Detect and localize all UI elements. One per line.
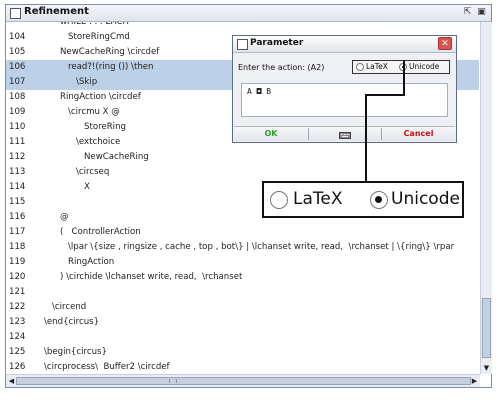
line-code: \end{circus} — [44, 317, 100, 327]
line-number: 108 — [9, 92, 26, 102]
line-code: RingAction \circdef — [60, 92, 141, 102]
line-number: 115 — [9, 197, 26, 207]
scroll-grip — [169, 379, 177, 383]
line-number: 111 — [9, 137, 26, 147]
scroll-arrow-right-icon[interactable]: ▶ — [469, 375, 480, 387]
line-code: \circend — [52, 302, 87, 312]
line-code: \circmu X @ — [68, 107, 120, 117]
code-line[interactable]: 120 ) \circhide \lchanset write, read, \r… — [6, 270, 479, 285]
line-code: X — [84, 182, 90, 192]
action-input[interactable]: A ◘ B — [241, 83, 448, 117]
cancel-button[interactable]: Cancel — [382, 127, 455, 141]
vertical-scroll-thumb[interactable] — [482, 298, 491, 358]
code-line[interactable]: 121 — [6, 285, 479, 300]
line-number: 112 — [9, 152, 26, 162]
scroll-arrow-down-icon[interactable]: ▼ — [481, 363, 492, 374]
line-code: RingAction — [68, 257, 115, 267]
parameter-dialog: Parameter ✕ Enter the action: (A2) LaTeX… — [232, 35, 457, 143]
callout-line — [365, 94, 405, 96]
line-number: 109 — [9, 107, 26, 117]
line-number: 114 — [9, 182, 26, 192]
line-code: ( ControllerAction — [60, 227, 141, 237]
dialog-titlebar[interactable]: Parameter ✕ — [233, 36, 456, 53]
action-prompt: Enter the action: (A2) — [238, 63, 325, 72]
code-line[interactable]: 118 \lpar \{size , ringsize , cache , top… — [6, 240, 479, 255]
line-number: 125 — [9, 347, 26, 357]
latex-radio[interactable] — [356, 63, 364, 71]
dialog-button-bar: OK Cancel — [234, 126, 455, 141]
code-line[interactable]: 124 — [6, 330, 479, 345]
zoom-latex-label: LaTeX — [293, 189, 343, 209]
code-line[interactable]: 123 \end{circus} — [6, 315, 479, 330]
code-line[interactable]: 113 \circseq — [6, 165, 479, 180]
window-icon — [10, 8, 21, 19]
line-code: @ — [60, 212, 69, 222]
horizontal-scrollbar[interactable]: ◀ ▶ — [6, 374, 480, 387]
line-number: 126 — [9, 362, 26, 372]
line-number: 119 — [9, 257, 26, 267]
line-number: 107 — [9, 77, 26, 87]
line-number: 117 — [9, 227, 26, 237]
code-line[interactable]: 112 NewCacheRing — [6, 150, 479, 165]
maximize-icon[interactable]: ▣ — [476, 7, 487, 18]
line-number: 121 — [9, 287, 26, 297]
line-number: 118 — [9, 242, 26, 252]
line-code: NewCacheRing — [84, 152, 149, 162]
line-number: 113 — [9, 167, 26, 177]
vertical-scrollbar[interactable]: ▼ — [480, 22, 492, 374]
zoom-unicode-radio — [370, 191, 388, 209]
line-code: \extchoice — [76, 137, 121, 147]
notation-radio-group: LaTeX Unicode — [352, 60, 450, 74]
unicode-radio-label[interactable]: Unicode — [409, 62, 439, 71]
line-code: \begin{circus} — [44, 347, 107, 357]
line-number: 120 — [9, 272, 26, 282]
action-input-value: A ◘ B — [247, 87, 272, 96]
window-title: Refinement — [24, 6, 89, 17]
line-number: 123 — [9, 317, 26, 327]
code-line[interactable]: 119 RingAction — [6, 255, 479, 270]
line-code: ) \circhide \lchanset write, read, \rcha… — [60, 272, 243, 282]
line-code: read?!(ring ()) \then — [68, 62, 154, 72]
line-number: 106 — [9, 62, 26, 72]
line-code: StoreRing — [84, 122, 126, 132]
close-icon[interactable]: ✕ — [438, 37, 452, 50]
dialog-window-icon — [237, 39, 248, 50]
keyboard-button[interactable] — [309, 127, 381, 141]
horizontal-scroll-thumb[interactable] — [16, 377, 471, 385]
line-number: 124 — [9, 332, 26, 342]
code-line[interactable]: 125 \begin{circus} — [6, 345, 479, 360]
line-code: \Skip — [76, 77, 98, 87]
line-number: 122 — [9, 302, 26, 312]
line-number: 110 — [9, 122, 26, 132]
line-number: 105 — [9, 47, 26, 57]
window-titlebar[interactable]: Refinement ⇱ ▣ — [6, 5, 491, 22]
radio-zoom-callout: LaTeX Unicode — [262, 181, 464, 218]
latex-radio-label[interactable]: LaTeX — [366, 62, 388, 71]
code-line[interactable]: 117 ( ControllerAction — [6, 225, 479, 240]
code-line[interactable]: wHILE . . . EACH — [6, 22, 479, 30]
line-code: \circseq — [76, 167, 110, 177]
line-code: StoreRingCmd — [68, 32, 130, 42]
zoom-latex-radio — [270, 191, 288, 209]
line-number: 104 — [9, 32, 26, 42]
dialog-title: Parameter — [250, 38, 304, 48]
ok-button[interactable]: OK — [234, 127, 308, 141]
line-number: 116 — [9, 212, 26, 222]
code-line[interactable]: 126 \circprocess\ Buffer2 \circdef — [6, 360, 479, 374]
line-code: \lpar \{size , ringsize , cache , top , … — [68, 242, 455, 252]
keyboard-icon — [339, 132, 351, 139]
restore-icon[interactable]: ⇱ — [462, 7, 473, 18]
callout-line — [365, 94, 367, 182]
line-code: NewCacheRing \circdef — [60, 47, 160, 57]
code-line[interactable]: 122 \circend — [6, 300, 479, 315]
callout-line — [403, 60, 405, 95]
line-code: wHILE . . . EACH — [60, 22, 129, 27]
line-code: \circprocess\ Buffer2 \circdef — [44, 362, 170, 372]
zoom-unicode-label: Unicode — [391, 189, 460, 209]
